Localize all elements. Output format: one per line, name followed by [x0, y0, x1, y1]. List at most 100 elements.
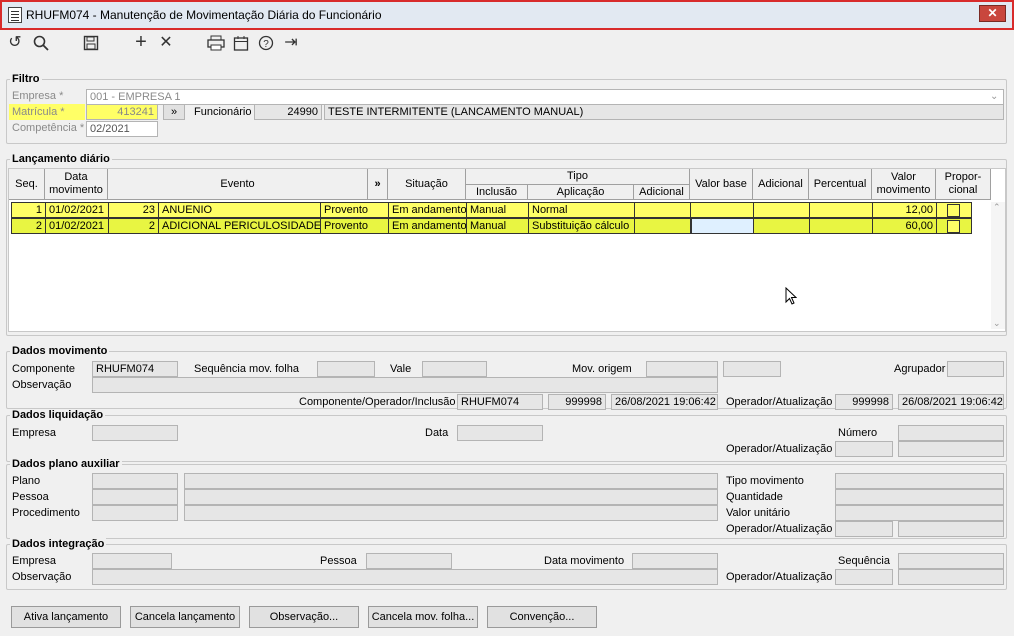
col-percentual[interactable]: Percentual — [809, 169, 872, 200]
refresh-icon[interactable]: ↺ — [4, 32, 26, 54]
dados-plano-legend: Dados plano auxiliar — [10, 458, 122, 470]
cancela-lancamento-button[interactable]: Cancela lançamento — [130, 606, 240, 628]
col-data[interactable]: Data movimento — [45, 169, 108, 200]
observacao-button[interactable]: Observação... — [249, 606, 359, 628]
cell-seq: 2 — [12, 218, 46, 234]
cell-valor: 60,00 — [873, 218, 937, 234]
proporcional-checkbox[interactable] — [947, 204, 960, 217]
cancela-mov-folha-button[interactable]: Cancela mov. folha... — [368, 606, 478, 628]
cell-valor-base[interactable] — [691, 218, 754, 234]
ativa-lancamento-button[interactable]: Ativa lançamento — [11, 606, 121, 628]
competencia-field[interactable]: 02/2021 — [86, 121, 158, 137]
grid-scrollbar[interactable]: ⌃ ⌄ — [991, 202, 1005, 329]
matricula-field[interactable]: 413241 — [86, 104, 158, 120]
cell-proporcional — [937, 202, 972, 218]
convencao-button[interactable]: Convenção... — [487, 606, 597, 628]
tipo-movimento-field — [835, 473, 1004, 489]
save-icon[interactable] — [80, 32, 102, 54]
empresa-label: Empresa * — [12, 90, 64, 102]
empresa-select[interactable]: 001 - EMPRESA 1 — [86, 89, 1004, 105]
col-adicional[interactable]: Adicional — [753, 169, 809, 200]
search-icon[interactable] — [30, 32, 52, 54]
exit-icon[interactable]: ⇥ — [280, 32, 302, 54]
col-more-button[interactable]: » — [368, 169, 388, 200]
liq-numero-label: Número — [838, 427, 878, 439]
cell-inclusao: Manual — [467, 202, 529, 218]
comp-inclusao-field: RHUFM074 — [457, 394, 543, 410]
valor-unitario-label: Valor unitário — [726, 507, 790, 519]
pessoa-label: Pessoa — [12, 491, 49, 503]
col-valor-base[interactable]: Valor base — [690, 169, 753, 200]
cell-valor: 12,00 — [873, 202, 937, 218]
tipo-movimento-label: Tipo movimento — [726, 475, 804, 487]
int-data-atualizacao-field — [898, 569, 1004, 585]
plano-data-atualizacao-field — [898, 521, 1004, 537]
operador-atualizacao-label: Operador/Atualização — [726, 396, 833, 408]
sequencia-mov-folha-field — [317, 361, 375, 377]
liq-operador-field — [835, 441, 893, 457]
col-adicional-tipo[interactable]: Adicional — [634, 185, 690, 200]
funcionario-code: 24990 — [254, 104, 322, 120]
cell-evento-code: 23 — [109, 202, 159, 218]
col-valor-movimento[interactable]: Valor movimento — [872, 169, 936, 200]
plano-code-field — [92, 473, 178, 489]
funcionario-name: TESTE INTERMITENTE (LANCAMENTO MANUAL) — [324, 104, 1004, 120]
int-pessoa-label: Pessoa — [320, 555, 357, 567]
help-icon[interactable]: ? — [255, 32, 277, 54]
close-button[interactable]: ✕ — [979, 5, 1006, 22]
cell-adicional — [754, 202, 810, 218]
int-empresa-label: Empresa — [12, 555, 57, 567]
cell-tipo-evento: Provento — [321, 218, 389, 234]
valor-unitario-field — [835, 505, 1004, 521]
observacao-label: Observação — [12, 379, 72, 391]
chevron-down-icon[interactable]: ⌄ — [990, 91, 998, 102]
scroll-up-icon[interactable]: ⌃ — [993, 202, 1001, 213]
table-row[interactable]: 2 01/02/2021 2 ADICIONAL PERICULOSIDADE … — [11, 218, 972, 234]
liq-data-field — [457, 425, 543, 441]
cell-adicional-tipo — [635, 202, 691, 218]
col-situacao[interactable]: Situação — [388, 169, 466, 200]
print-icon[interactable] — [205, 32, 227, 54]
matricula-label: Matrícula * — [9, 104, 85, 120]
plano-label: Plano — [12, 475, 41, 487]
cell-evento-name: ADICIONAL PERICULOSIDADE — [159, 218, 321, 234]
quantidade-label: Quantidade — [726, 491, 783, 503]
cell-percentual — [810, 202, 873, 218]
competencia-label: Competência * — [12, 122, 85, 134]
add-icon[interactable]: + — [130, 31, 152, 53]
scroll-down-icon[interactable]: ⌄ — [993, 318, 1001, 329]
col-seq[interactable]: Seq. — [9, 169, 45, 200]
cell-adicional-tipo — [635, 218, 691, 234]
int-sequencia-field — [898, 553, 1004, 569]
agrupador-field — [947, 361, 1004, 377]
sequencia-mov-folha-label: Sequência mov. folha — [194, 363, 299, 375]
table-row[interactable]: 1 01/02/2021 23 ANUENIO Provento Em anda… — [11, 202, 972, 218]
mov-origem-field-2 — [723, 361, 781, 377]
window-titlebar: RHUFM074 - Manutenção de Movimentação Di… — [0, 0, 1014, 30]
int-operador-field — [835, 569, 893, 585]
plano-operador-field — [835, 521, 893, 537]
mov-origem-field — [646, 361, 718, 377]
observacao-field — [92, 377, 718, 393]
svg-text:?: ? — [263, 39, 269, 50]
cell-adicional — [754, 218, 810, 234]
cell-inclusao: Manual — [467, 218, 529, 234]
filtro-legend: Filtro — [10, 73, 42, 85]
int-data-movimento-label: Data movimento — [544, 555, 625, 567]
cell-data: 01/02/2021 — [46, 218, 109, 234]
liq-data-label: Data — [425, 427, 449, 439]
proporcional-checkbox[interactable] — [947, 220, 960, 233]
cell-tipo-evento: Provento — [321, 202, 389, 218]
col-tipo: Tipo — [466, 169, 690, 185]
col-evento[interactable]: Evento — [108, 169, 368, 200]
col-proporcional[interactable]: Propor- cional — [936, 169, 991, 200]
liq-operador-atualizacao-label: Operador/Atualização — [726, 443, 833, 455]
col-aplicacao[interactable]: Aplicação — [528, 185, 634, 200]
comp-op-inclusao-label: Componente/Operador/Inclusão — [299, 396, 456, 408]
calendar-icon[interactable] — [230, 32, 252, 54]
delete-icon[interactable]: ✕ — [155, 32, 177, 54]
cell-aplicacao: Substituição cálculo — [529, 218, 635, 234]
operador-inclusao-field: 999998 — [548, 394, 606, 410]
matricula-lookup-button[interactable]: » — [163, 104, 185, 120]
col-inclusao[interactable]: Inclusão — [466, 185, 528, 200]
